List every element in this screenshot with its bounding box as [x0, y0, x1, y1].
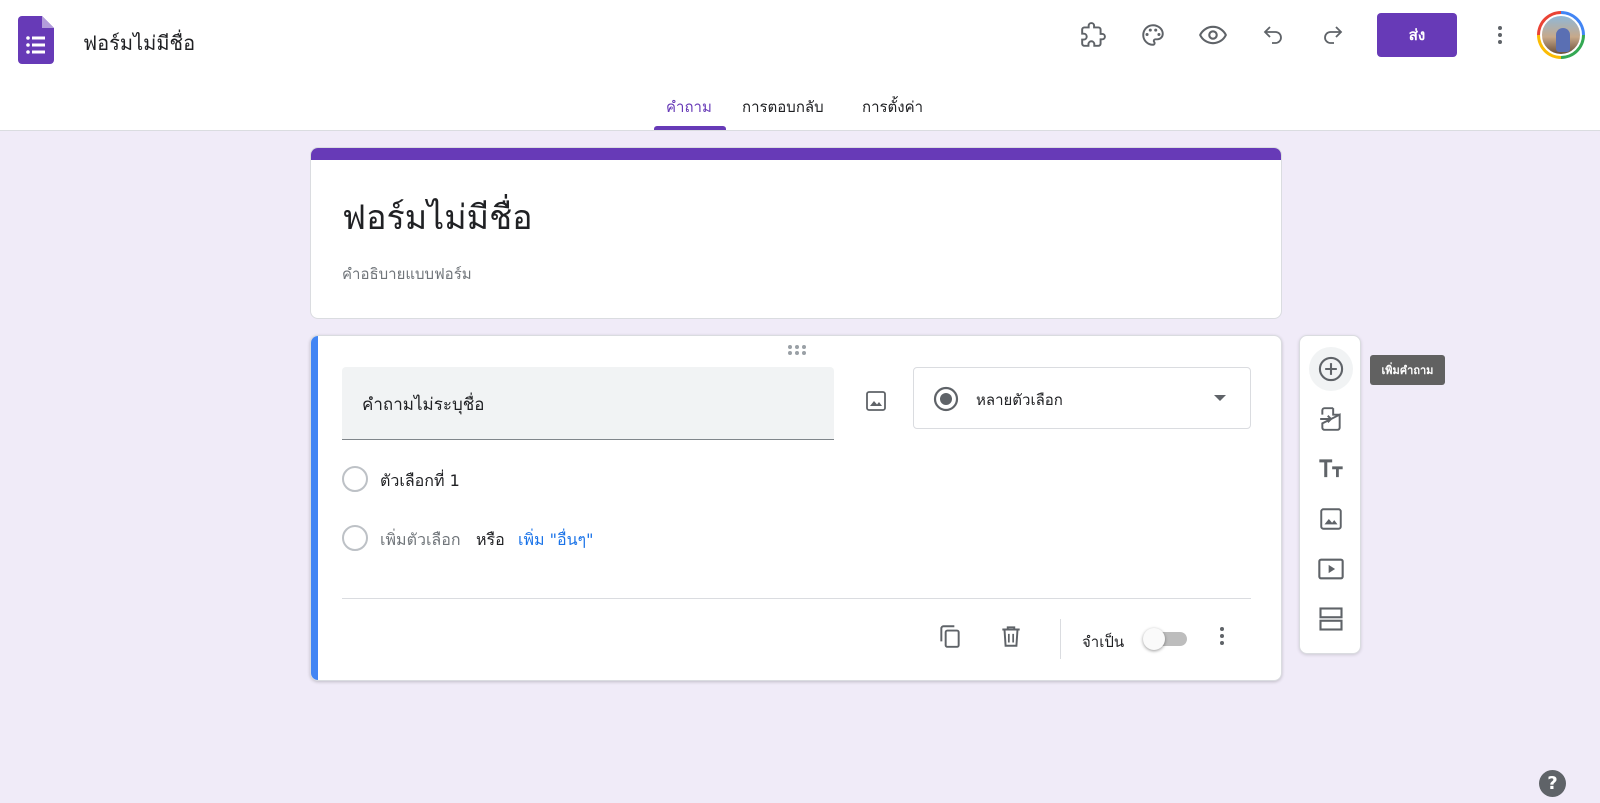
- required-toggle[interactable]: [1143, 626, 1191, 652]
- forms-logo-icon[interactable]: [18, 16, 54, 64]
- delete-icon[interactable]: [991, 616, 1031, 656]
- add-image-icon[interactable]: [1309, 497, 1353, 541]
- radio-button-checked-icon: [933, 386, 959, 412]
- import-questions-icon[interactable]: [1309, 397, 1353, 441]
- divider: [342, 598, 1251, 599]
- preview-icon[interactable]: [1193, 15, 1233, 55]
- form-description-field[interactable]: คำอธิบายแบบฟอร์ม: [342, 262, 472, 286]
- tab-responses[interactable]: การตอบกลับ: [742, 95, 824, 119]
- tab-bar: คำถาม การตอบกลับ การตั้งค่า: [0, 90, 1600, 131]
- tab-settings[interactable]: การตั้งค่า: [862, 95, 923, 119]
- dropdown-arrow-icon: [1214, 395, 1226, 401]
- more-vert-icon[interactable]: [1480, 15, 1520, 55]
- add-image-to-question-icon[interactable]: [856, 381, 896, 421]
- app-header: ฟอร์มไม่มีชื่อ ส่ง คำถาม การตอบกลับ การต…: [0, 0, 1600, 131]
- toggle-thumb: [1143, 628, 1165, 650]
- add-question-tooltip: เพิ่มคำถาม: [1370, 355, 1445, 385]
- or-separator: หรือ: [476, 530, 505, 549]
- option-label[interactable]: ตัวเลือกที่ 1: [380, 469, 460, 494]
- question-title-input[interactable]: คำถามไม่ระบุชื่อ: [342, 367, 834, 440]
- theme-accent-bar: [311, 148, 1281, 160]
- floating-toolbar: [1299, 335, 1361, 654]
- form-title[interactable]: ฟอร์มไม่มีชื่อ: [342, 190, 533, 244]
- question-title-text: คำถามไม่ระบุชื่อ: [362, 395, 485, 415]
- add-option-button[interactable]: เพิ่มตัวเลือก: [380, 528, 461, 553]
- vertical-divider: [1060, 619, 1061, 659]
- send-button[interactable]: ส่ง: [1377, 13, 1457, 57]
- avatar-image: [1540, 14, 1582, 56]
- document-title[interactable]: ฟอร์มไม่มีชื่อ: [83, 27, 195, 59]
- required-label: จำเป็น: [1082, 633, 1125, 651]
- add-video-icon[interactable]: [1309, 547, 1353, 591]
- question-more-options-icon[interactable]: [1202, 616, 1242, 656]
- question-card[interactable]: คำถามไม่ระบุชื่อ หลายตัวเลือก ตัวเลือกที…: [310, 335, 1282, 681]
- drag-handle-icon[interactable]: [787, 344, 807, 356]
- radio-circle-icon: [342, 525, 368, 551]
- addon-icon[interactable]: [1073, 15, 1113, 55]
- palette-icon[interactable]: [1133, 15, 1173, 55]
- add-section-icon[interactable]: [1309, 597, 1353, 641]
- help-icon[interactable]: ?: [1539, 770, 1566, 797]
- radio-circle-icon: [342, 466, 368, 492]
- tab-questions[interactable]: คำถาม: [666, 95, 712, 119]
- duplicate-icon[interactable]: [930, 616, 970, 656]
- add-question-icon[interactable]: [1309, 347, 1353, 391]
- form-title-card: ฟอร์มไม่มีชื่อ คำอธิบายแบบฟอร์ม: [310, 147, 1282, 319]
- option-row[interactable]: ตัวเลือกที่ 1: [342, 465, 742, 493]
- redo-icon[interactable]: [1313, 15, 1353, 55]
- avatar[interactable]: [1537, 11, 1585, 59]
- undo-icon[interactable]: [1253, 15, 1293, 55]
- add-title-icon[interactable]: [1309, 447, 1353, 491]
- active-question-indicator: [311, 336, 318, 680]
- add-other-option-link[interactable]: เพิ่ม "อื่นๆ": [518, 528, 594, 553]
- active-tab-indicator: [654, 126, 726, 130]
- question-type-dropdown[interactable]: หลายตัวเลือก: [913, 367, 1251, 429]
- question-type-label: หลายตัวเลือก: [976, 391, 1063, 409]
- add-option-row: เพิ่มตัวเลือก หรือ เพิ่ม "อื่นๆ": [342, 524, 742, 552]
